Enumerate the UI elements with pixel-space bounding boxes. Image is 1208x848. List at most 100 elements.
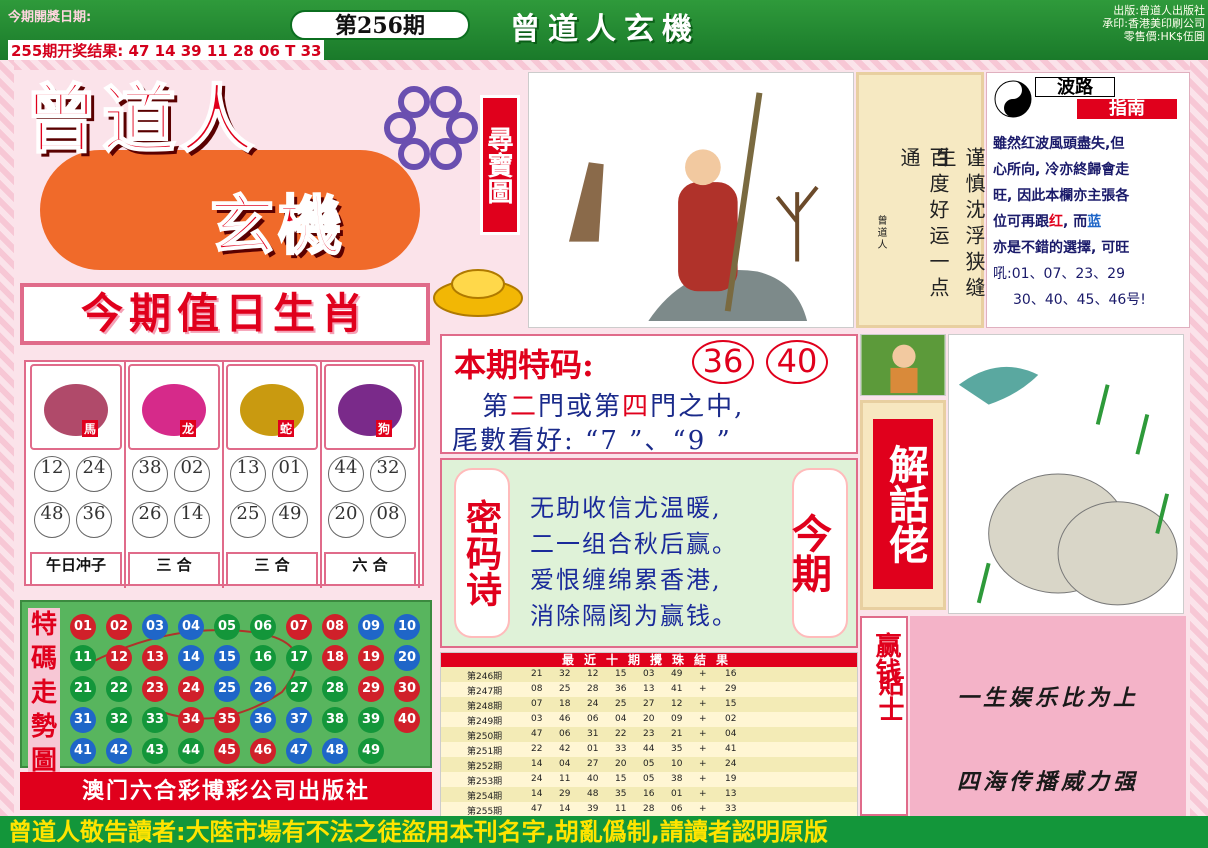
gold-ingot-icon — [433, 269, 523, 317]
trend-ball: 25 — [214, 676, 240, 702]
wave-line: 亦是不錯的選擇, 可旺 — [993, 240, 1130, 256]
result-cell: 23 — [643, 729, 655, 739]
wave-title-bottom: 指南 — [1077, 99, 1177, 119]
trend-ball: 35 — [214, 707, 240, 733]
result-cell: + — [699, 699, 707, 709]
trend-ball: 07 — [286, 614, 312, 640]
dog-icon: 狗 — [324, 364, 416, 450]
result-cell: 28 — [643, 804, 655, 814]
trend-ball: 03 — [142, 614, 168, 640]
result-cell: 11 — [615, 804, 627, 814]
open-date-label: 今期開獎日期: — [8, 10, 92, 25]
result-cell: 41 — [671, 684, 683, 694]
door-1: 二 — [510, 392, 539, 422]
result-cell: 06 — [587, 714, 599, 724]
result-cell: 15 — [615, 669, 627, 679]
wave-numbers-2: 30、40、45、46号! — [1013, 292, 1146, 308]
special-code-title: 本期特码: — [454, 346, 594, 384]
zodiac-number: 08 — [370, 502, 406, 538]
zodiac-label: 午日冲子 — [30, 552, 122, 586]
this-issue-label: 今期 — [785, 468, 848, 638]
result-cell: 01 — [671, 789, 683, 799]
dragon-icon: 龙 — [128, 364, 220, 450]
zodiac-label: 三 合 — [226, 552, 318, 586]
result-cell: 29 — [559, 789, 571, 799]
result-cell: 32 — [559, 669, 571, 679]
result-cell: + — [699, 759, 707, 769]
blue-word: 蓝 — [1087, 214, 1102, 230]
trend-ball: 36 — [250, 707, 276, 733]
wave-line: 位可再跟红, 而蓝 — [993, 209, 1185, 235]
result-cell: + — [699, 774, 707, 784]
result-cell: 24 — [725, 759, 737, 769]
zodiac-number: 25 — [230, 502, 266, 538]
wave-guide-text: 雖然红波風頭盡失,但 心所向, 冷亦終歸會走 旺, 因此本欄亦主張各 位可再跟红… — [993, 131, 1185, 313]
result-cell: 20 — [643, 714, 655, 724]
result-cell: 第247期 — [467, 687, 503, 697]
trend-ball: 18 — [322, 645, 348, 671]
result-cell: 第248期 — [467, 702, 503, 712]
trend-ball: 45 — [214, 738, 240, 764]
result-cell: 04 — [559, 759, 571, 769]
trend-ball: 05 — [214, 614, 240, 640]
zodiac-label: 三 合 — [128, 552, 220, 586]
trend-ball: 40 — [394, 707, 420, 733]
logo-line2: 玄機 — [209, 188, 346, 265]
zodiac-grid: 馬 12 24 48 36 午日冲子 龙 38 02 26 14 三 合 蛇 13 01 25 49 三 合 狗 44… — [24, 360, 424, 588]
result-cell: 18 — [559, 699, 571, 709]
trend-ball: 44 — [178, 738, 204, 764]
zodiac-tag: 龙 — [180, 420, 197, 437]
result-cell: 41 — [725, 744, 737, 754]
issue-number: 第256期 — [290, 10, 470, 40]
result-cell: 第246期 — [467, 672, 503, 682]
trend-ball: 20 — [394, 645, 420, 671]
result-cell: 05 — [643, 759, 655, 769]
trend-ball: 01 — [70, 614, 96, 640]
coin-rings-icon — [384, 86, 478, 170]
trend-ball: 30 — [394, 676, 420, 702]
trend-ball: 23 — [142, 676, 168, 702]
old-man-illustration — [860, 334, 946, 396]
trend-chart: 特碼走勢圖 01 02 03 04 05 06 07 08 09 10 11 12 13 14 15 16 17… — [20, 600, 432, 778]
zodiac-number: 36 — [76, 502, 112, 538]
scroll-signature: 曾道人 — [875, 215, 886, 251]
secret-poem-label: 密码诗 — [454, 468, 510, 638]
tips-label: 貼士 — [874, 670, 904, 722]
trend-ball: 46 — [250, 738, 276, 764]
poem-line: 消除隔阂为赢钱。 — [530, 602, 738, 630]
result-cell: + — [699, 789, 707, 799]
results-rows: 第246期 21 32 12 15 03 49 +16 第247期 08 25 28 36 13 41 +29… — [441, 667, 857, 817]
result-cell: 29 — [725, 684, 737, 694]
result-row: 第253期 24 11 40 15 05 38 +19 — [441, 772, 857, 787]
result-cell: 07 — [531, 699, 543, 709]
result-cell: 14 — [559, 804, 571, 814]
trend-ball: 21 — [70, 676, 96, 702]
result-cell: 16 — [643, 789, 655, 799]
result-cell: 第250期 — [467, 732, 503, 742]
wave-numbers-1: 吼:01、07、23、29 — [993, 266, 1125, 282]
result-cell: 第251期 — [467, 747, 503, 757]
wave-line: 心所向, 冷亦終歸會走 — [993, 162, 1130, 178]
result-cell: 22 — [531, 744, 543, 754]
trend-ball: 04 — [178, 614, 204, 640]
zodiac-number: 44 — [328, 456, 364, 492]
right-pattern-border — [1190, 60, 1208, 816]
result-cell: 03 — [531, 714, 543, 724]
result-cell: 27 — [643, 699, 655, 709]
result-cell: 第252期 — [467, 762, 503, 772]
trend-ball: 34 — [178, 707, 204, 733]
results-title: 最近十期攪珠結果 — [441, 653, 857, 667]
result-cell: 47 — [531, 729, 543, 739]
trend-ball: 10 — [394, 614, 420, 640]
trend-ball: 32 — [106, 707, 132, 733]
result-cell: 06 — [671, 804, 683, 814]
red-word: 红 — [1049, 214, 1063, 230]
result-cell: 14 — [531, 759, 543, 769]
poem-line: 无助收信尤温暖, — [530, 494, 722, 522]
publisher-info: 出版:曾道人出版社 承印:香港美印刷公司 零售價:HK$伍圓 — [1010, 4, 1205, 43]
result-row: 第251期 22 42 01 33 44 35 +41 — [441, 742, 857, 757]
trend-ball: 09 — [358, 614, 384, 640]
result-cell: 01 — [587, 744, 599, 754]
wave-line: 旺, 因此本欄亦主張各 — [993, 188, 1130, 204]
result-cell: 27 — [587, 759, 599, 769]
